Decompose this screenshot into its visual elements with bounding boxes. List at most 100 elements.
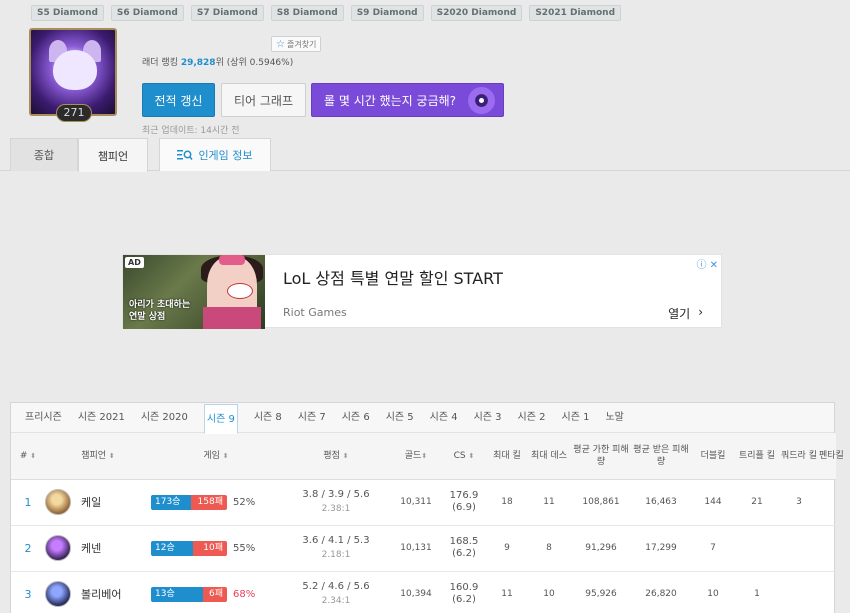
losses-label: 6패 — [203, 586, 227, 602]
ad-info-close-icon[interactable]: ⓘ ✕ — [696, 256, 718, 271]
ad-open-link[interactable]: 열기 › — [668, 305, 703, 322]
season-tabs: 프리시즌 시즌 2021 시즌 2020 시즌 9 시즌 8 시즌 7 시즌 6 시즌 5 시즌… — [11, 403, 834, 434]
col-dmg-taken[interactable]: 평균 받은 피해량 — [631, 433, 691, 480]
favorite-label: 즐겨찾기 — [286, 39, 317, 49]
double-kill-cell: 10 — [691, 571, 735, 613]
level-badge: 271 — [56, 104, 92, 122]
quadra-kill-cell — [779, 525, 819, 572]
losses-label: 158패 — [191, 494, 227, 510]
champion-name[interactable]: 케일 — [81, 494, 101, 510]
ad-title[interactable]: LoL 상점 특별 연말 할인 START — [283, 265, 503, 289]
games-cell: 12승 10패 55% — [151, 525, 281, 572]
table-row: 2 케넨 12승 10패 55% 3.6 / 4.1 / 5.3 2.18:1 … — [11, 525, 836, 572]
tab-ingame[interactable]: 인게임 정보 — [159, 138, 271, 171]
season-tab[interactable]: 시즌 9 — [203, 403, 238, 434]
winrate-label: 68% — [233, 588, 256, 600]
ladder-rank[interactable]: 29,828 — [181, 58, 216, 68]
season-tab[interactable]: 프리시즌 — [25, 403, 62, 433]
double-kill-cell: 144 — [691, 479, 735, 526]
winrate-label: 52% — [233, 496, 256, 508]
favorite-button[interactable]: ☆ 즐겨찾기 — [271, 36, 322, 52]
season-tab[interactable]: 노말 — [605, 403, 623, 433]
cs-value: 176.9 — [449, 490, 479, 501]
col-dmg-dealt[interactable]: 평균 가한 피해량 — [571, 433, 631, 480]
champion-stats-panel: 프리시즌 시즌 2021 시즌 2020 시즌 9 시즌 8 시즌 7 시즌 6 시즌 5 시즌… — [10, 402, 844, 613]
winloss-bar: 13승 6패 — [151, 586, 227, 602]
double-kill-cell: 7 — [691, 525, 735, 572]
champion-icon[interactable] — [45, 489, 71, 515]
past-tier-badge: S8 Diamond — [270, 5, 344, 21]
games-cell: 173승 158패 52% — [151, 479, 281, 526]
champion-cell[interactable]: 볼리베어 — [45, 571, 151, 613]
col-kda[interactable]: 평점 ⬍ — [281, 433, 391, 480]
col-gold[interactable]: 골드⬍ — [391, 433, 441, 480]
col-max-kills[interactable]: 최대 킬 — [487, 433, 527, 480]
refresh-button[interactable]: 전적 갱신 — [142, 83, 215, 117]
champion-name[interactable]: 볼리베어 — [81, 586, 121, 602]
max-kills-cell: 18 — [487, 479, 527, 526]
champion-cell[interactable]: 케일 — [45, 479, 151, 526]
max-deaths-cell: 8 — [527, 525, 571, 572]
season-tab[interactable]: 시즌 2020 — [141, 403, 188, 433]
gold-cell: 10,394 — [391, 571, 441, 613]
chevron-right-icon: › — [698, 305, 703, 319]
col-quadra[interactable]: 쿼드라 킬 — [779, 433, 819, 480]
past-tier-badge: S5 Diamond — [31, 5, 104, 21]
penta-kill-cell — [819, 525, 836, 572]
kda-value: 3.8 / 3.9 / 5.6 — [302, 489, 370, 500]
season-tab[interactable]: 시즌 4 — [430, 403, 458, 433]
cs-per-min: (6.2) — [452, 548, 476, 559]
season-tab[interactable]: 시즌 2021 — [78, 403, 125, 433]
past-tier-badge: S9 Diamond — [350, 5, 424, 21]
rank-cell: 3 — [11, 571, 45, 613]
season-tab[interactable]: 시즌 2 — [518, 403, 546, 433]
kda-value: 5.2 / 4.6 / 5.6 — [302, 581, 370, 592]
past-tier-badge: S2020 Diamond — [430, 5, 523, 21]
season-tab[interactable]: 시즌 8 — [254, 403, 282, 433]
kda-value: 3.6 / 4.1 / 5.3 — [302, 535, 370, 546]
col-games[interactable]: 게임 ⬍ — [151, 433, 281, 480]
ad-banner[interactable]: AD 아리가 초대하는 연말 상점 LoL 상점 특별 연말 할인 START … — [122, 254, 722, 329]
dmg-dealt-cell: 108,861 — [571, 479, 631, 526]
quadra-kill-cell — [779, 571, 819, 613]
col-double[interactable]: 더블킬 — [691, 433, 735, 480]
col-cs[interactable]: CS ⬍ — [441, 433, 487, 480]
season-tab[interactable]: 시즌 1 — [562, 403, 590, 433]
wins-label: 13승 — [151, 586, 203, 602]
season-tab[interactable]: 시즌 6 — [342, 403, 370, 433]
tier-graph-button[interactable]: 티어 그래프 — [221, 83, 306, 117]
ad-caption: 아리가 초대하는 연말 상점 — [129, 300, 191, 322]
season-tab[interactable]: 시즌 5 — [386, 403, 414, 433]
kda-cell: 3.6 / 4.1 / 5.3 2.18:1 — [281, 525, 391, 572]
col-rank[interactable]: # ⬍ — [11, 433, 45, 480]
max-kills-cell: 11 — [487, 571, 527, 613]
table-row: 1 케일 173승 158패 52% 3.8 / 3.9 / 5.6 2.38:… — [11, 479, 836, 526]
tab-champions[interactable]: 챔피언 — [78, 138, 148, 172]
main-tabs: 종합 챔피언 인게임 정보 — [0, 138, 850, 172]
champion-icon[interactable] — [45, 581, 71, 607]
cs-value: 160.9 — [449, 582, 479, 593]
winloss-bar: 173승 158패 — [151, 494, 227, 510]
cs-value: 168.5 — [449, 536, 479, 547]
col-max-deaths[interactable]: 최대 데스 — [527, 433, 571, 480]
tab-ingame-label: 인게임 정보 — [198, 149, 253, 162]
ladder-suffix: 위 (상위 0.5946%) — [215, 58, 294, 68]
cs-cell: 168.5 (6.2) — [441, 525, 487, 572]
champion-icon[interactable] — [45, 535, 71, 561]
past-tier-badge: S2021 Diamond — [529, 5, 622, 21]
col-champion[interactable]: 챔피언 ⬍ — [45, 433, 151, 480]
rank-cell: 1 — [11, 479, 45, 526]
dmg-dealt-cell: 95,926 — [571, 571, 631, 613]
penta-kill-cell — [819, 479, 836, 526]
games-cell: 13승 6패 68% — [151, 571, 281, 613]
season-tab[interactable]: 시즌 3 — [474, 403, 502, 433]
tab-summary[interactable]: 종합 — [10, 138, 78, 171]
col-penta[interactable]: 펜타킬 — [819, 433, 844, 480]
col-triple[interactable]: 트리플 킬 — [735, 433, 779, 480]
playtime-button[interactable]: 롤 몇 시간 했는지 궁금해? — [311, 83, 504, 117]
champion-name[interactable]: 케넨 — [81, 540, 101, 556]
season-tab[interactable]: 시즌 7 — [298, 403, 326, 433]
table-row: 3 볼리베어 13승 6패 68% 5.2 / 4.6 / 5.6 2.34:1… — [11, 571, 836, 613]
kda-cell: 5.2 / 4.6 / 5.6 2.34:1 — [281, 571, 391, 613]
champion-cell[interactable]: 케넨 — [45, 525, 151, 572]
